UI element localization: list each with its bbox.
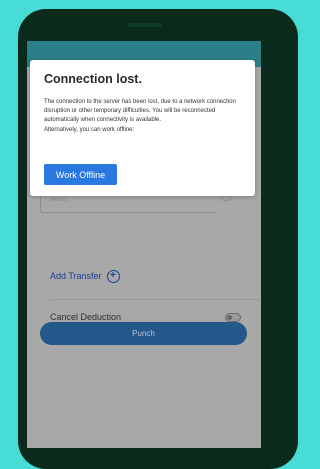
cancel-deduction-toggle[interactable] [225,313,241,322]
connection-lost-dialog: Connection lost. The connection to the s… [30,60,255,196]
work-offline-button[interactable]: Work Offline [44,164,117,185]
add-transfer-label: Add Transfer [50,271,102,281]
dialog-message: The connection to the server has been lo… [44,99,236,124]
dialog-body: The connection to the server has been lo… [44,98,244,135]
plus-circle-icon[interactable]: + [106,269,120,283]
select-field[interactable]: None [40,194,217,213]
cancel-deduction-label: Cancel Deduction [50,312,122,322]
divider [50,299,261,300]
toggle-knob [227,315,232,320]
punch-button[interactable]: Punch [40,322,247,345]
add-transfer-link[interactable]: Add Transfer + [50,269,120,283]
dialog-title: Connection lost. [44,72,142,86]
work-offline-label: Work Offline [55,169,106,180]
punch-button-label: Punch [132,329,155,338]
select-field-value: None [50,196,67,203]
phone-top-bar [18,9,298,39]
phone-speaker [128,23,162,27]
dialog-alternative: Alternatively, you can work offline: [44,126,135,133]
